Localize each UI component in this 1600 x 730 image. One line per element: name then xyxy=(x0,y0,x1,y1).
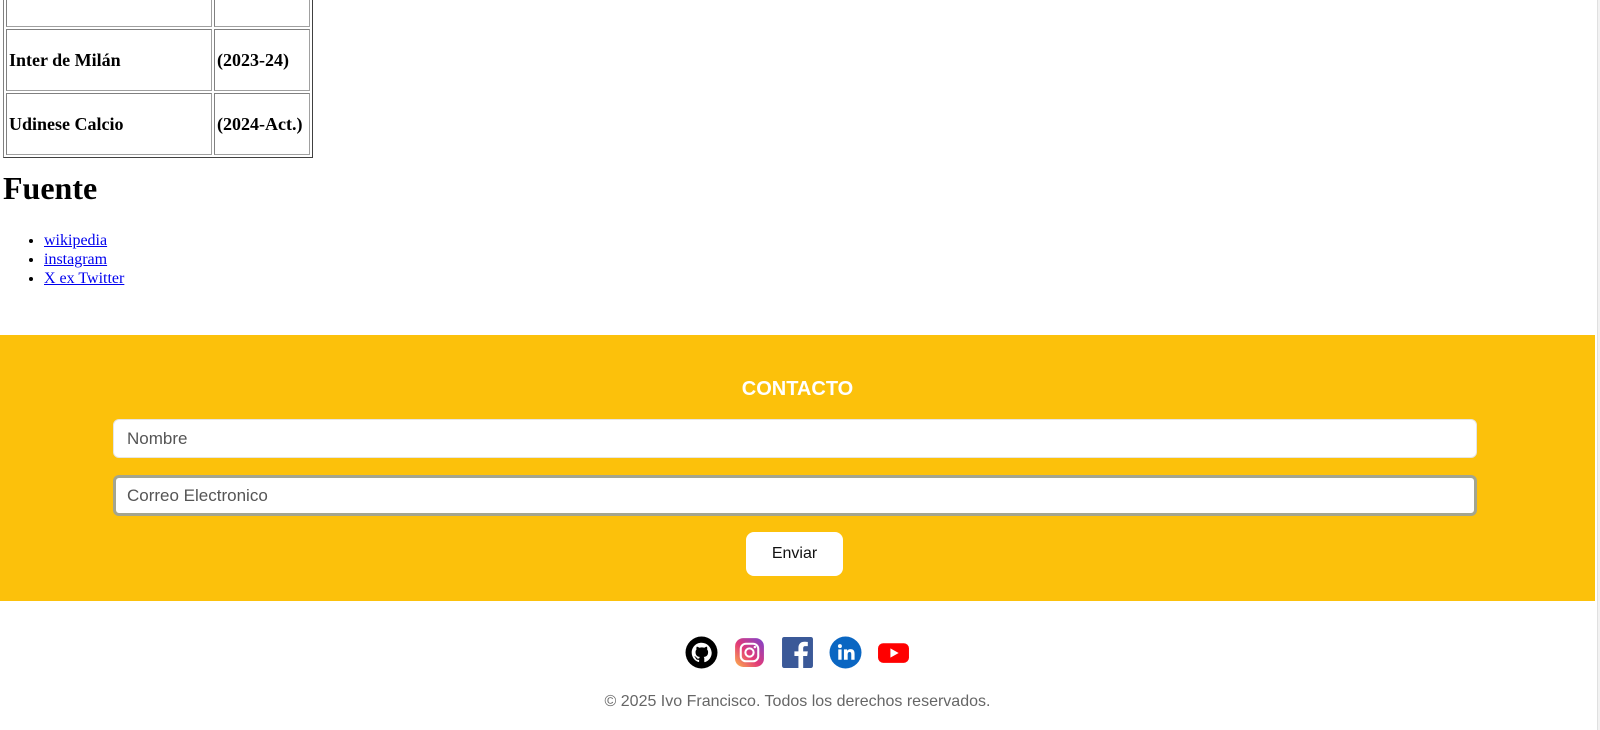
table-row xyxy=(6,0,310,27)
github-icon[interactable] xyxy=(685,636,718,669)
footer: © 2025 Ivo Francisco. Todos los derechos… xyxy=(0,601,1595,730)
send-button[interactable]: Enviar xyxy=(746,532,843,576)
table-row: Udinese Calcio (2024-Act.) xyxy=(6,93,310,155)
source-link-wikipedia[interactable]: wikipedia xyxy=(44,232,107,249)
contact-title: CONTACTO xyxy=(741,378,854,400)
name-input[interactable] xyxy=(113,419,1477,458)
instagram-icon[interactable] xyxy=(733,636,766,669)
club-years-cell xyxy=(214,0,310,27)
club-years-cell: (2024-Act.) xyxy=(214,93,310,155)
list-item: X ex Twitter xyxy=(44,269,124,288)
copyright-text: © 2025 Ivo Francisco. Todos los derechos… xyxy=(604,693,991,710)
clubs-table: Inter de Milán (2023-24) Udinese Calcio … xyxy=(3,0,313,158)
contact-section: CONTACTO Enviar xyxy=(0,335,1595,601)
source-link-twitter[interactable]: X ex Twitter xyxy=(44,270,124,287)
club-name-cell xyxy=(6,0,212,27)
list-item: wikipedia xyxy=(44,231,124,250)
linkedin-icon[interactable] xyxy=(829,636,862,669)
table-row: Inter de Milán (2023-24) xyxy=(6,29,310,91)
club-name-cell: Udinese Calcio xyxy=(6,93,212,155)
source-list: wikipedia instagram X ex Twitter xyxy=(0,231,124,288)
club-name-cell: Inter de Milán xyxy=(6,29,212,91)
source-link-instagram[interactable]: instagram xyxy=(44,251,107,268)
youtube-icon[interactable] xyxy=(877,636,910,669)
social-icons xyxy=(0,636,1595,669)
fuente-heading: Fuente xyxy=(3,170,98,206)
facebook-icon[interactable] xyxy=(781,636,814,669)
email-input[interactable] xyxy=(113,475,1477,516)
club-years-cell: (2023-24) xyxy=(214,29,310,91)
list-item: instagram xyxy=(44,250,124,269)
